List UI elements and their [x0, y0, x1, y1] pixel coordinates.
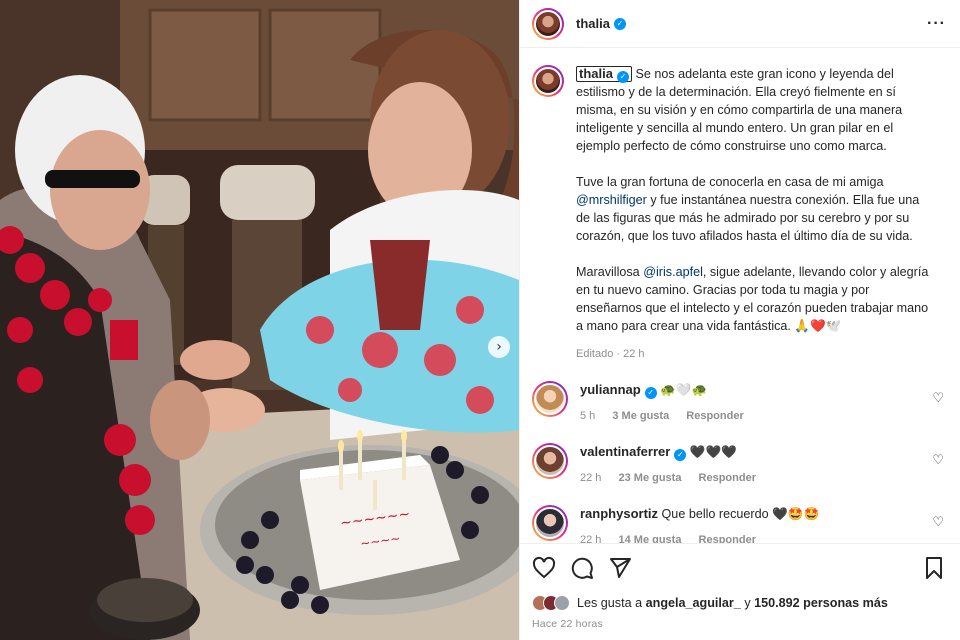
comment-item: ranphysortiz Que bello recuerdo 🖤🤩🤩 22 h… [532, 505, 946, 543]
comment-avatar[interactable] [532, 505, 568, 541]
heart-icon[interactable]: ♡ [932, 515, 944, 530]
verified-icon: ✓ [674, 449, 687, 461]
author-username[interactable]: thalia [576, 16, 610, 31]
caption-meta: Editado · 22 h [576, 348, 645, 360]
caption-username-box[interactable]: thalia ✓ [576, 66, 632, 83]
comment-username[interactable]: yuliannap [580, 382, 641, 397]
share-icon[interactable] [608, 556, 632, 580]
caption-paragraph-3: Maravillosa @iris.apfel, sigue adelante,… [576, 263, 936, 335]
comment-text: 🐢🤍🐢 [660, 383, 708, 397]
post-caption: thalia ✓ Se nos adelanta este gran icono … [532, 65, 946, 363]
reply-button[interactable]: Responder [686, 410, 743, 422]
likes-prefix: Les gusta a [577, 596, 643, 610]
post-photo[interactable]: ~~~~~~ ~~~~ › [0, 0, 519, 640]
caption-avatar[interactable] [532, 65, 564, 97]
comment-time: 5 h [580, 410, 596, 422]
comment-text: 🖤🖤🖤 [689, 445, 737, 459]
bookmark-icon[interactable] [922, 556, 946, 580]
next-photo-button[interactable]: › [488, 336, 510, 358]
verified-icon: ✓ [616, 71, 629, 83]
liker-avatar [554, 595, 570, 611]
caption-text-3a: Maravillosa [576, 265, 640, 279]
comment-likes[interactable]: 3 Me gusta [612, 410, 669, 422]
mention-link[interactable]: @mrshilfiger [576, 193, 647, 207]
post-header: thalia ✓ ··· [520, 0, 960, 48]
post-details-panel: thalia ✓ ··· thalia ✓ Se nos adelanta est… [519, 0, 960, 640]
post-actions: Les gusta a angela_aguilar_ y 150.892 pe… [520, 543, 960, 640]
likes-summary[interactable]: Les gusta a angela_aguilar_ y 150.892 pe… [520, 592, 960, 614]
heart-icon[interactable]: ♡ [932, 391, 944, 406]
comment-avatar[interactable] [532, 381, 568, 417]
next-arrow-icon: › [496, 339, 502, 355]
likes-middle: y [744, 596, 751, 610]
caption-username[interactable]: thalia [579, 66, 613, 81]
more-icon[interactable]: ··· [927, 15, 946, 33]
verified-icon: ✓ [613, 17, 626, 30]
caption-paragraph-2: Tuve la gran fortuna de conocerla en cas… [576, 173, 936, 245]
comment-text: Que bello recuerdo 🖤🤩🤩 [661, 507, 820, 521]
comment-username[interactable]: valentinaferrer [580, 444, 670, 459]
heart-icon[interactable]: ♡ [932, 453, 944, 468]
comment-username[interactable]: ranphysortiz [580, 506, 658, 521]
comment-item: valentinaferrer ✓ 🖤🖤🖤 22 h 23 Me gusta Re… [532, 443, 946, 487]
mention-link[interactable]: @iris.apfel [643, 265, 703, 279]
comment-time: 22 h [580, 534, 602, 543]
author-avatar[interactable] [532, 7, 564, 40]
comment-time: 22 h [580, 472, 602, 484]
reply-button[interactable]: Responder [699, 472, 756, 484]
photo-illustration: ~~~~~~ ~~~~ [0, 0, 519, 640]
heart-icon[interactable] [532, 556, 556, 580]
comments-section[interactable]: thalia ✓ Se nos adelanta este gran icono … [520, 49, 960, 543]
caption-paragraph-1: thalia ✓ Se nos adelanta este gran icono … [576, 65, 936, 155]
comment-likes[interactable]: 23 Me gusta [618, 472, 681, 484]
post-timestamp: Hace 22 horas [532, 618, 603, 630]
comment-avatar[interactable] [532, 443, 568, 479]
caption-text-2a: Tuve la gran fortuna de conocerla en cas… [576, 175, 884, 189]
comment-likes[interactable]: 14 Me gusta [618, 534, 681, 543]
reply-button[interactable]: Responder [699, 534, 756, 543]
likes-user[interactable]: angela_aguilar_ [646, 596, 741, 610]
comment-item: yuliannap ✓ 🐢🤍🐢 5 h 3 Me gusta Responder … [532, 381, 946, 425]
likes-count[interactable]: 150.892 personas más [754, 596, 888, 610]
verified-icon: ✓ [644, 387, 657, 399]
comment-icon[interactable] [570, 556, 594, 580]
